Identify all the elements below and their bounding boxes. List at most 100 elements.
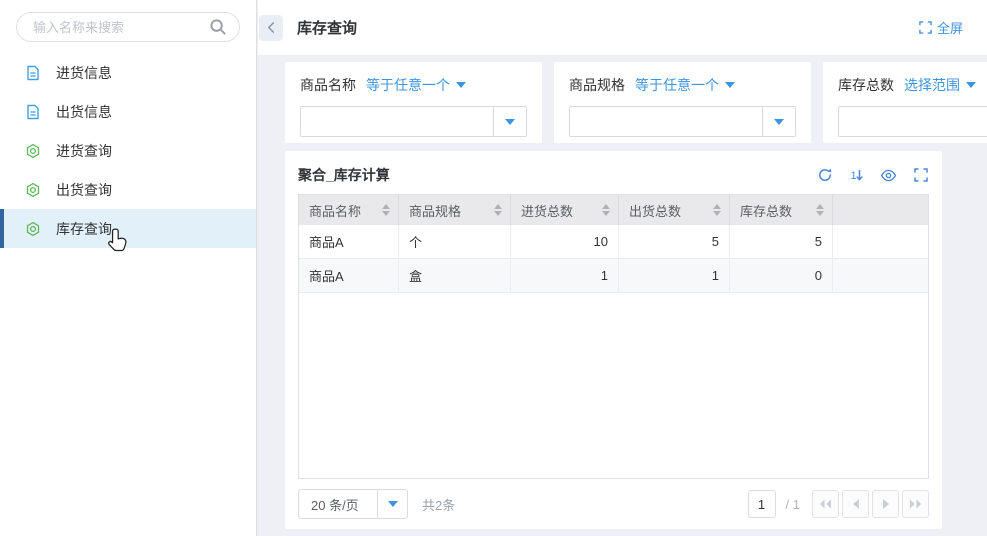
sidebar-nav: 进货信息 出货信息 进货查询 出货查询 库存查询 [0,53,256,248]
sort-icon[interactable] [494,204,502,216]
cell-product-spec: 个 [399,225,511,258]
sidebar: 进货信息 出货信息 进货查询 出货查询 库存查询 [0,0,257,536]
svg-text:1: 1 [850,170,856,182]
table-row[interactable]: 商品A 盒 1 1 0 [299,259,928,293]
filter-operator-dropdown[interactable]: 等于任意一个 [366,75,466,95]
search-input[interactable] [16,12,240,42]
sort-icon[interactable] [816,204,824,216]
chevron-down-icon [456,82,466,88]
total-count-label: 共2条 [422,495,455,514]
product-spec-input[interactable] [570,107,762,136]
sort-icon[interactable] [602,204,610,216]
result-card: 聚合_库存计算 1 [285,151,942,529]
chevron-down-icon [725,82,735,88]
sidebar-item-stock-query[interactable]: 库存查询 [0,209,256,248]
fullscreen-button[interactable]: 全屏 [919,18,963,37]
cell-ship-total: 5 [619,225,730,258]
sidebar-item-purchase-query[interactable]: 进货查询 [0,131,256,170]
fullscreen-icon[interactable] [912,167,929,184]
filter-operator-label: 等于任意一个 [366,75,450,95]
content-area: 商品名称 等于任意一个 商品规格 等于任意一 [258,55,987,536]
first-page-button[interactable] [812,490,839,518]
sidebar-item-purchase-info[interactable]: 进货信息 [0,53,256,92]
page-size-label: 20 条/页 [299,490,377,518]
column-header[interactable]: 商品规格 [399,195,511,225]
chevron-down-icon [774,119,784,125]
pagination-bar: 20 条/页 共2条 / 1 [298,479,929,529]
cell-product-name: 商品A [299,259,399,292]
query-icon [25,221,41,237]
filter-row: 商品名称 等于任意一个 商品规格 等于任意一 [285,62,942,143]
pager-controls: / 1 [748,490,929,518]
sidebar-item-label: 进货信息 [56,63,112,83]
chevron-down-icon [505,119,515,125]
cell-empty [833,259,928,292]
sidebar-item-label: 库存查询 [56,219,112,239]
table-title: 聚合_库存计算 [298,165,390,185]
filter-operator-dropdown[interactable]: 选择范围 [904,75,976,95]
sidebar-item-label: 进货查询 [56,141,112,161]
fullscreen-label: 全屏 [937,18,963,37]
prev-page-button[interactable] [842,490,869,518]
product-name-input[interactable] [301,107,493,136]
main-area: 库存查询 全屏 商品名称 等于任意一个 [258,0,987,536]
select-arrow[interactable] [493,107,526,136]
column-header[interactable]: 商品名称 [299,195,399,225]
table-row[interactable]: 商品A 个 10 5 5 [299,225,928,259]
back-button[interactable] [259,15,283,41]
cell-product-spec: 盒 [399,259,511,292]
query-icon [25,182,41,198]
document-icon [25,104,41,120]
select-arrow[interactable] [762,107,795,136]
filter-stock-total: 库存总数 选择范围 ~ [823,62,987,143]
cell-empty [833,225,928,258]
chevron-down-icon [966,82,976,88]
total-pages-label: / 1 [786,497,800,512]
filter-operator-dropdown[interactable]: 等于任意一个 [635,75,735,95]
filter-label: 库存总数 [838,75,894,95]
search-icon[interactable] [209,18,227,36]
filter-label: 商品规格 [569,75,625,95]
column-header[interactable]: 出货总数 [619,195,730,225]
refresh-icon[interactable] [816,167,833,184]
column-header[interactable]: 进货总数 [511,195,619,225]
sidebar-item-ship-info[interactable]: 出货信息 [0,92,256,131]
product-name-select[interactable] [300,106,527,137]
data-table: 商品名称 商品规格 进货总数 出货总数 [298,194,929,479]
eye-icon[interactable] [880,167,897,184]
cell-purchase-total: 1 [511,259,619,292]
numeric-sort-icon[interactable]: 1 [848,167,865,184]
cell-stock-total: 0 [730,259,833,292]
chevron-left-icon [266,21,277,34]
sort-icon[interactable] [713,204,721,216]
page-title: 库存查询 [297,17,357,38]
sidebar-item-label: 出货查询 [56,180,112,200]
cell-product-name: 商品A [299,225,399,258]
table-header-row: 商品名称 商品规格 进货总数 出货总数 [299,195,928,225]
column-header[interactable]: 库存总数 [730,195,833,225]
page-header: 库存查询 全屏 [258,0,987,55]
filter-product-spec: 商品规格 等于任意一个 [554,62,811,143]
cell-ship-total: 1 [619,259,730,292]
query-icon [25,143,41,159]
cell-stock-total: 5 [730,225,833,258]
filter-label: 商品名称 [300,75,356,95]
column-header-empty [833,195,928,225]
last-page-button[interactable] [902,490,929,518]
sidebar-item-ship-query[interactable]: 出货查询 [0,170,256,209]
filter-product-name: 商品名称 等于任意一个 [285,62,542,143]
filter-operator-label: 选择范围 [904,75,960,95]
cell-purchase-total: 10 [511,225,619,258]
filter-operator-label: 等于任意一个 [635,75,719,95]
sidebar-item-label: 出货信息 [56,102,112,122]
range-min-input[interactable] [838,106,987,137]
fullscreen-icon [919,21,932,34]
sort-icon[interactable] [382,204,390,216]
product-spec-select[interactable] [569,106,796,137]
table-toolbar: 1 [816,167,929,184]
next-page-button[interactable] [872,490,899,518]
page-number-input[interactable] [748,490,776,518]
table-empty-area [299,293,928,478]
document-icon [25,65,41,81]
page-size-select[interactable]: 20 条/页 [298,489,408,519]
